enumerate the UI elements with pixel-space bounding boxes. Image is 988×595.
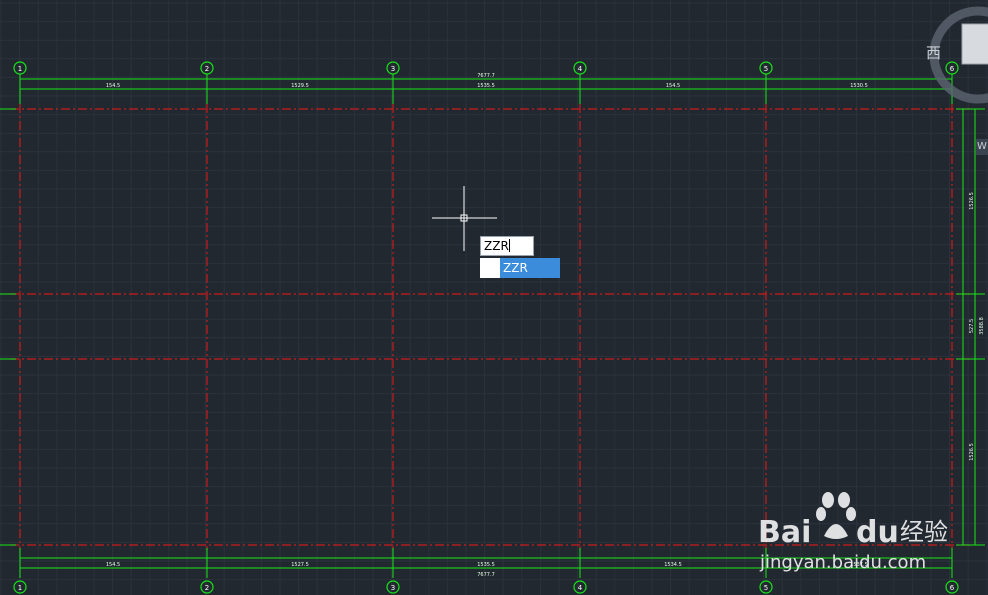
baidu-jingyan-watermark: Bai du 经验 jingyan.baidu.com (758, 488, 982, 578)
watermark-url: jingyan.baidu.com (759, 552, 926, 573)
viewcube-direction-west[interactable]: 西 (926, 44, 941, 62)
axis-label-bottom-6: 6 (950, 584, 955, 592)
dim-right-2: 527.5 (969, 319, 975, 333)
axis-label-top-4: 4 (578, 65, 583, 73)
dim-bottom-3: 1535.5 (477, 562, 495, 568)
dim-bottom-4: 1534.5 (664, 562, 682, 568)
axis-label-bottom-3: 3 (391, 584, 395, 592)
viewcube-face[interactable] (961, 23, 988, 65)
command-autocomplete[interactable]: ZZR (480, 258, 560, 278)
axis-label-top-5: 5 (764, 65, 768, 73)
watermark-brand-left: Bai (758, 515, 811, 550)
dim-top-total: 7677.7 (477, 73, 495, 79)
dim-bottom-2: 1527.5 (291, 562, 309, 568)
watermark-brand-cn: 经验 (900, 518, 948, 546)
viewcube[interactable]: 西 (918, 0, 988, 152)
axis-label-bottom-1: 1 (18, 584, 22, 592)
axis-label-bottom-2: 2 (205, 584, 209, 592)
dim-top-1: 154.5 (106, 83, 120, 89)
axis-label-bottom-4: 4 (578, 584, 583, 592)
axis-label-top-2: 2 (205, 65, 209, 73)
dim-right-1: 1526.5 (969, 192, 975, 210)
command-input[interactable]: ZZR (480, 236, 534, 256)
wcs-menu[interactable]: W (976, 139, 988, 155)
dim-top-4: 154.5 (666, 83, 680, 89)
command-input-value: ZZR (484, 239, 509, 253)
watermark-brand-right: du (856, 515, 899, 550)
text-caret (508, 239, 510, 252)
axis-label-bottom-5: 5 (764, 584, 768, 592)
wcs-label: W (977, 141, 987, 152)
dim-right-3: 1526.5 (969, 443, 975, 461)
dim-bottom-1: 154.5 (106, 562, 120, 568)
dim-top-5: 1530.5 (850, 83, 868, 89)
dim-top-3: 1535.5 (477, 83, 495, 89)
autocomplete-suggestion[interactable]: ZZR (500, 258, 560, 278)
axis-bubbles-bottom (13, 580, 959, 594)
dim-right-total: 3588.8 (979, 317, 985, 335)
axis-label-top-3: 3 (391, 65, 395, 73)
dim-top-2: 1529.5 (291, 83, 309, 89)
dim-bottom-total: 7677.7 (477, 572, 495, 578)
baidu-paw-icon (816, 492, 856, 539)
axis-label-top-1: 1 (18, 65, 22, 73)
